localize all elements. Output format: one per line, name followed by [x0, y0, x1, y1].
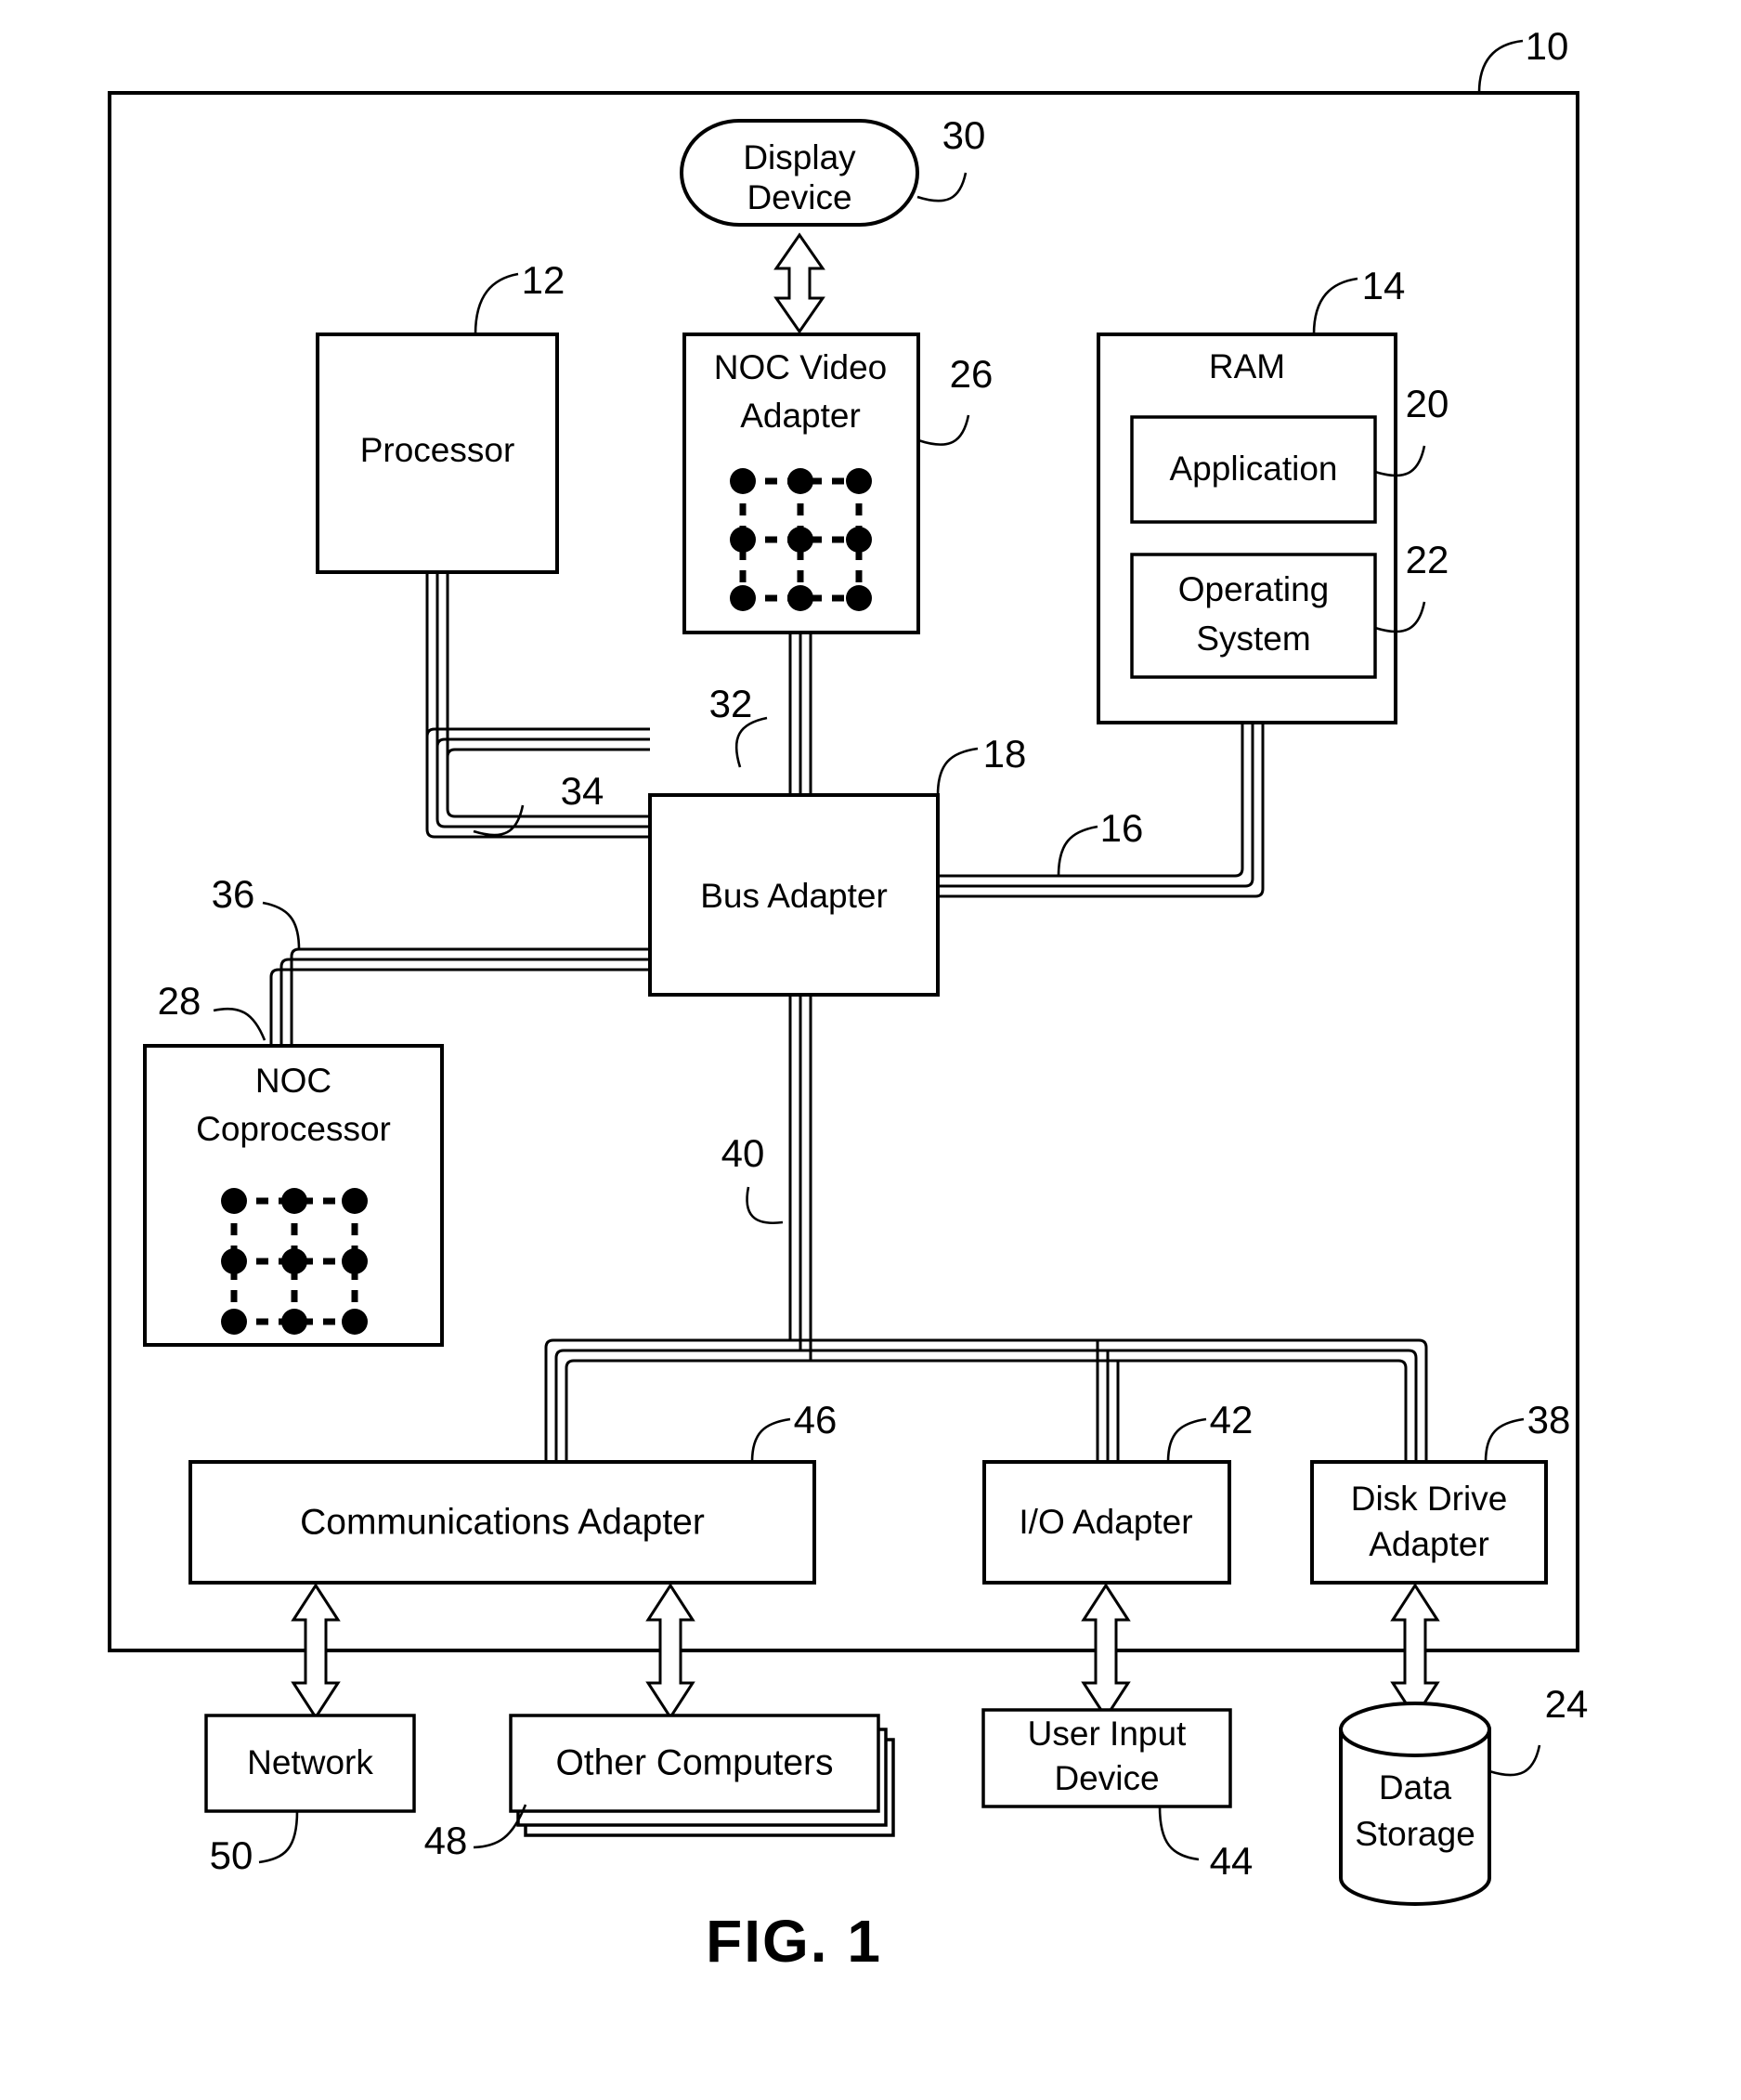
ref-number-38: 38: [1527, 1398, 1571, 1441]
noc-video-adapter-label-line2: Adapter: [740, 397, 861, 435]
leader-line-40: [746, 1186, 784, 1225]
user-input-device-label-line2: Device: [1054, 1759, 1159, 1797]
noc-video-adapter-label-line1: NOC Video: [714, 348, 887, 386]
ref-number-24: 24: [1545, 1682, 1589, 1726]
operating-system-label-line2: System: [1196, 620, 1310, 658]
ref-number-32: 32: [709, 682, 753, 725]
ref-number-10: 10: [1526, 24, 1569, 68]
ref-number-40: 40: [721, 1131, 765, 1175]
user-input-device-label-line1: User Input: [1028, 1715, 1187, 1753]
leader-line-30: [916, 172, 968, 202]
leader-line-14: [1312, 277, 1358, 335]
display-device-label-line2: Device: [747, 178, 851, 216]
disk-drive-adapter-label-line2: Adapter: [1369, 1525, 1489, 1563]
ref-number-44: 44: [1210, 1839, 1254, 1883]
ram-label: RAM: [1209, 347, 1285, 385]
ref-number-14: 14: [1362, 264, 1406, 307]
leader-line-44: [1158, 1806, 1200, 1861]
disk-drive-adapter-label-line1: Disk Drive: [1351, 1480, 1508, 1518]
leader-line-38: [1484, 1417, 1525, 1463]
ref-number-26: 26: [950, 352, 994, 396]
ref-number-36: 36: [212, 872, 255, 916]
leader-line-24: [1488, 1744, 1541, 1777]
operating-system-label-line1: Operating: [1178, 570, 1330, 608]
other-computers-label: Other Computers: [555, 1742, 833, 1782]
noc-coprocessor-label-line1: NOC: [255, 1062, 331, 1100]
noc-video-adapter-mesh: [730, 468, 872, 611]
leader-line-34: [473, 804, 525, 837]
bus-32-video: [788, 633, 812, 795]
leader-line-12: [474, 272, 519, 335]
leader-line-50: [258, 1810, 299, 1864]
io-adapter-label: I/O Adapter: [1019, 1503, 1192, 1541]
ref-number-46: 46: [794, 1398, 838, 1441]
bus-40-expansion: [544, 995, 1428, 1462]
leader-line-16: [1057, 825, 1098, 877]
display-device-label-line1: Display: [743, 138, 856, 176]
ref-number-50: 50: [210, 1833, 253, 1877]
ref-number-20: 20: [1406, 382, 1449, 425]
leader-line-10: [1477, 39, 1524, 94]
ref-number-48: 48: [424, 1819, 468, 1862]
data-storage-label-line2: Storage: [1355, 1815, 1475, 1853]
bus-34-processor: [425, 572, 650, 839]
data-storage-label-line1: Data: [1379, 1768, 1452, 1807]
ref-number-22: 22: [1406, 538, 1449, 581]
leader-line-42: [1166, 1417, 1207, 1463]
figure-caption: FIG. 1: [706, 1908, 882, 1975]
ref-number-12: 12: [522, 258, 565, 302]
ref-number-28: 28: [158, 979, 201, 1023]
processor-label: Processor: [360, 431, 515, 469]
application-label: Application: [1169, 450, 1337, 488]
ref-number-30: 30: [942, 113, 986, 157]
leader-line-36: [262, 901, 301, 950]
leader-line-26: [917, 414, 970, 446]
bus-36-coprocessor: [269, 947, 650, 1046]
bus-adapter-label: Bus Adapter: [700, 877, 888, 915]
ref-number-42: 42: [1210, 1398, 1254, 1441]
noc-coprocessor-mesh: [221, 1188, 368, 1335]
figure-canvas: 10 Display Device 30 Processor 12 NOC Vi…: [108, 24, 1589, 1975]
ref-number-16: 16: [1100, 806, 1144, 850]
patent-figure-root: 10 Display Device 30 Processor 12 NOC Vi…: [0, 0, 1741, 2100]
communications-adapter-label: Communications Adapter: [300, 1502, 705, 1542]
ref-number-18: 18: [983, 732, 1027, 776]
ref-number-34: 34: [561, 769, 604, 813]
leader-line-18: [936, 747, 979, 796]
display-video-bidirectional-arrow: [773, 232, 825, 334]
leader-line-46: [750, 1417, 791, 1463]
noc-coprocessor-label-line2: Coprocessor: [196, 1110, 391, 1148]
leader-line-28: [213, 1007, 266, 1041]
network-label: Network: [247, 1743, 373, 1781]
